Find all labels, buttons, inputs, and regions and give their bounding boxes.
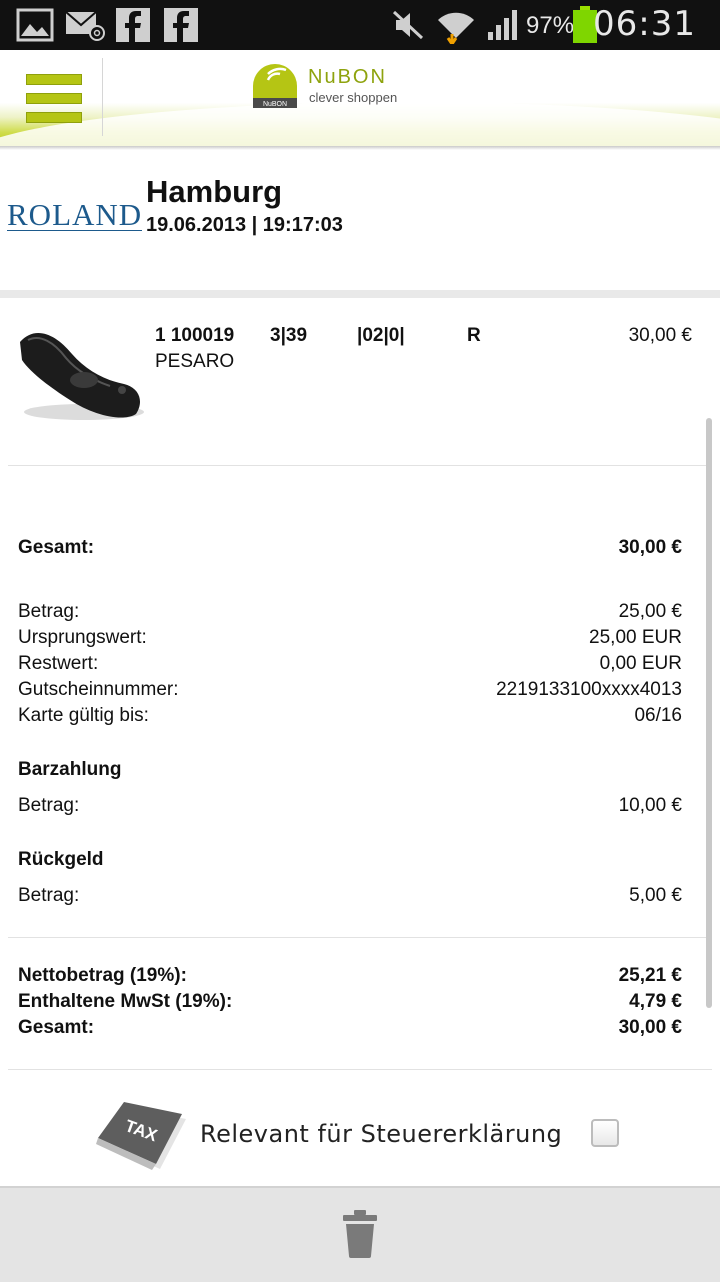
signal-icon	[488, 10, 517, 40]
logo-name: NuBON	[308, 66, 387, 88]
menu-button[interactable]	[26, 74, 82, 124]
app-header: NuBON NuBON clever shoppen	[0, 50, 720, 146]
tax-relevant-checkbox[interactable]	[591, 1119, 619, 1147]
nubon-logo-icon: NuBON	[253, 64, 297, 108]
logo-badge-text: NuBON	[263, 101, 287, 108]
item-code: 1 100019	[155, 325, 235, 346]
cash-heading: Barzahlung	[18, 759, 122, 780]
receipt-datetime: 19.06.2013 | 19:17:03	[146, 214, 343, 236]
tax-summary-row: Nettobetrag (19%): 25,21 €	[18, 965, 682, 991]
menu-bar	[26, 74, 82, 85]
menu-bar	[26, 112, 82, 123]
voucher-label: Ursprungswert:	[18, 627, 147, 648]
voucher-value: 0,00 EUR	[599, 653, 682, 674]
net-amount-label: Nettobetrag (19%):	[18, 965, 187, 986]
total-value: 30,00 €	[618, 537, 682, 558]
cash-value: 10,00 €	[618, 795, 682, 816]
facebook-icon	[116, 8, 150, 42]
item-name: PESARO	[155, 351, 235, 372]
voucher-value: 25,00 EUR	[589, 627, 682, 648]
voucher-row: Betrag: 25,00 €	[18, 601, 682, 627]
net-amount-value: 25,21 €	[618, 965, 682, 986]
voucher-label: Gutscheinnummer:	[18, 679, 179, 700]
menu-bar	[26, 93, 82, 104]
cash-row: Betrag: 10,00 €	[18, 795, 682, 821]
item-variant: |02|0|	[357, 325, 405, 346]
voucher-label: Restwert:	[18, 653, 99, 674]
store-logo: ROLAND	[7, 197, 143, 232]
grand-total-label: Gesamt:	[18, 1017, 95, 1038]
change-row: Betrag: 5,00 €	[18, 885, 682, 911]
divider	[8, 1069, 712, 1070]
change-heading: Rückgeld	[18, 849, 104, 870]
vat-value: 4,79 €	[629, 991, 682, 1012]
grand-total-value: 30,00 €	[618, 1017, 682, 1038]
gallery-icon	[16, 8, 54, 42]
scrollbar[interactable]	[706, 418, 712, 1008]
vat-label: Enthaltene MwSt (19%):	[18, 991, 233, 1012]
total-row: Gesamt: 30,00 €	[18, 537, 682, 563]
change-label: Betrag:	[18, 885, 80, 906]
store-city: Hamburg	[146, 174, 283, 209]
voucher-row: Restwert: 0,00 EUR	[18, 653, 682, 679]
cash-label: Betrag:	[18, 795, 80, 816]
divider	[8, 465, 712, 466]
nubon-logo: NuBON NuBON clever shoppen	[250, 60, 440, 110]
mute-icon	[392, 10, 424, 40]
facebook-icon	[164, 8, 198, 42]
shoe-image	[20, 332, 144, 420]
item-flag: R	[467, 325, 481, 346]
store-header: ROLAND Hamburg 19.06.2013 | 19:17:03	[0, 150, 720, 290]
divider	[8, 937, 712, 938]
voucher-row: Ursprungswert: 25,00 EUR	[18, 627, 682, 653]
status-bar: 97% 06:31	[0, 0, 720, 50]
voucher-row: Karte gültig bis: 06/16	[18, 705, 682, 731]
logo-tagline: clever shoppen	[309, 90, 398, 105]
item-price: 30,00 €	[628, 325, 692, 346]
voucher-label: Karte gültig bis:	[18, 705, 149, 726]
voucher-row: Gutscheinnummer: 2219133100xxxx4013	[18, 679, 682, 705]
tax-icon: TAX	[96, 1102, 186, 1170]
item-size: 3|39	[270, 325, 308, 346]
clock: 06:31	[593, 4, 696, 44]
total-label: Gesamt:	[18, 537, 95, 558]
tax-relevant-label: Relevant für Steuererklärung	[200, 1120, 563, 1148]
voucher-label: Betrag:	[18, 601, 80, 622]
change-value: 5,00 €	[629, 885, 682, 906]
wifi-icon	[438, 12, 474, 44]
email-icon	[65, 11, 105, 41]
voucher-value: 2219133100xxxx4013	[496, 679, 682, 700]
voucher-value: 25,00 €	[618, 601, 682, 622]
bottom-action-bar	[0, 1186, 720, 1282]
trash-icon[interactable]	[342, 1210, 378, 1258]
battery-percent: 97%	[526, 12, 575, 39]
header-divider	[102, 58, 103, 136]
tax-summary-row: Enthaltene MwSt (19%): 4,79 €	[18, 991, 682, 1017]
voucher-value: 06/16	[634, 705, 682, 726]
tax-summary-row: Gesamt: 30,00 €	[18, 1017, 682, 1043]
section-divider	[0, 290, 720, 298]
